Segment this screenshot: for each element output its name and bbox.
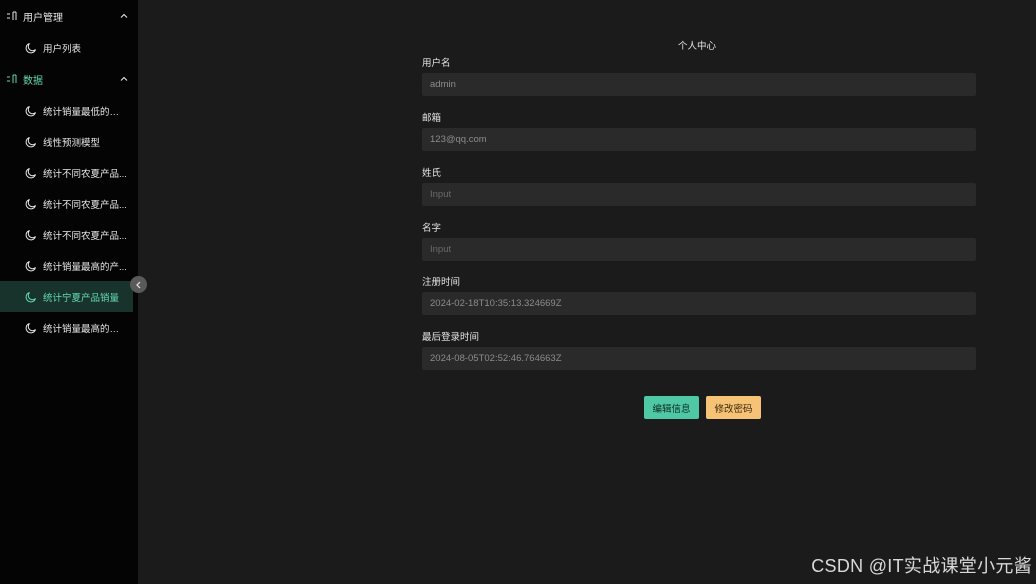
moon-icon [25, 291, 36, 302]
form-item-email: 邮箱 [422, 110, 976, 151]
moon-icon [25, 42, 36, 53]
email-label: 邮箱 [422, 113, 442, 124]
sidebar-item-label: 线性预测模型 [43, 137, 101, 149]
sidebar-item-highest-sales[interactable]: 统计销量最高的产品 [0, 312, 133, 343]
username-label: 用户名 [422, 58, 451, 69]
form-item-first-name: 名字 [422, 220, 976, 261]
username-input[interactable] [422, 73, 976, 96]
sidebar-item-label: 统计不同农夏产品... [43, 199, 127, 211]
form-item-username: 用户名 [422, 55, 976, 96]
last-name-label: 姓氏 [422, 168, 442, 179]
menu-group-icon [7, 11, 17, 20]
chevron-up-icon [120, 13, 128, 18]
sidebar-item-label: 统计销量最高的产品 [43, 323, 127, 335]
chevron-left-icon [135, 281, 140, 288]
sidebar-item-highest-sales-short[interactable]: 统计销量最高的产... [0, 250, 133, 281]
menu-group-label: 数据 [23, 75, 43, 87]
page-title: 个人中心 [678, 41, 717, 52]
moon-icon [25, 105, 36, 116]
last-login-input[interactable] [422, 347, 976, 370]
registered-at-input[interactable] [422, 292, 976, 315]
sidebar-item-linear-prediction[interactable]: 线性预测模型 [0, 126, 133, 157]
form-item-last-login: 最后登录时间 [422, 329, 976, 370]
form-item-registered-at: 注册时间 [422, 274, 976, 315]
change-password-button[interactable]: 修改密码 [706, 396, 761, 419]
moon-icon [25, 136, 36, 147]
last-login-label: 最后登录时间 [422, 332, 480, 343]
sidebar: 用户管理 用户列表 数据 统计销量最低的产品 线性预测模型 统计不同农夏产品..… [0, 0, 138, 584]
sidebar-item-label: 统计宁夏产品销量 [43, 292, 120, 304]
menu-group-data[interactable]: 数据 [0, 63, 138, 95]
main-content: 个人中心 用户名 邮箱 姓氏 名字 注册时间 最后登录时间 编辑信息 修改密码 [138, 0, 1036, 584]
sidebar-item-stats-2[interactable]: 统计不同农夏产品... [0, 188, 133, 219]
sidebar-item-label: 统计不同农夏产品... [43, 168, 127, 180]
menu-group-label: 用户管理 [23, 12, 63, 24]
moon-icon [25, 167, 36, 178]
moon-icon [25, 260, 36, 271]
sidebar-item-user-list[interactable]: 用户列表 [0, 32, 133, 63]
moon-icon [25, 322, 36, 333]
sidebar-item-label: 统计不同农夏产品... [43, 230, 127, 242]
chevron-up-icon [120, 76, 128, 81]
menu-group-icon [7, 74, 17, 83]
email-input[interactable] [422, 128, 976, 151]
sidebar-item-label: 统计销量最低的产品 [43, 106, 127, 118]
sidebar-item-ningxia-sales[interactable]: 统计宁夏产品销量 [0, 281, 133, 312]
sidebar-item-label: 用户列表 [43, 43, 82, 55]
sidebar-item-label: 统计销量最高的产... [43, 261, 127, 273]
last-name-input[interactable] [422, 183, 976, 206]
first-name-input[interactable] [422, 238, 976, 261]
watermark: CSDN @IT实战课堂小元酱 [811, 556, 1032, 576]
edit-info-button[interactable]: 编辑信息 [644, 396, 699, 419]
moon-icon [25, 229, 36, 240]
sidebar-item-lowest-sales[interactable]: 统计销量最低的产品 [0, 95, 133, 126]
sidebar-collapse-button[interactable] [130, 276, 147, 293]
first-name-label: 名字 [422, 223, 442, 234]
moon-icon [25, 198, 36, 209]
sidebar-item-stats-3[interactable]: 统计不同农夏产品... [0, 219, 133, 250]
form-item-last-name: 姓氏 [422, 165, 976, 206]
menu-group-user-management[interactable]: 用户管理 [0, 0, 138, 32]
sidebar-item-stats-1[interactable]: 统计不同农夏产品... [0, 157, 133, 188]
registered-at-label: 注册时间 [422, 277, 461, 288]
